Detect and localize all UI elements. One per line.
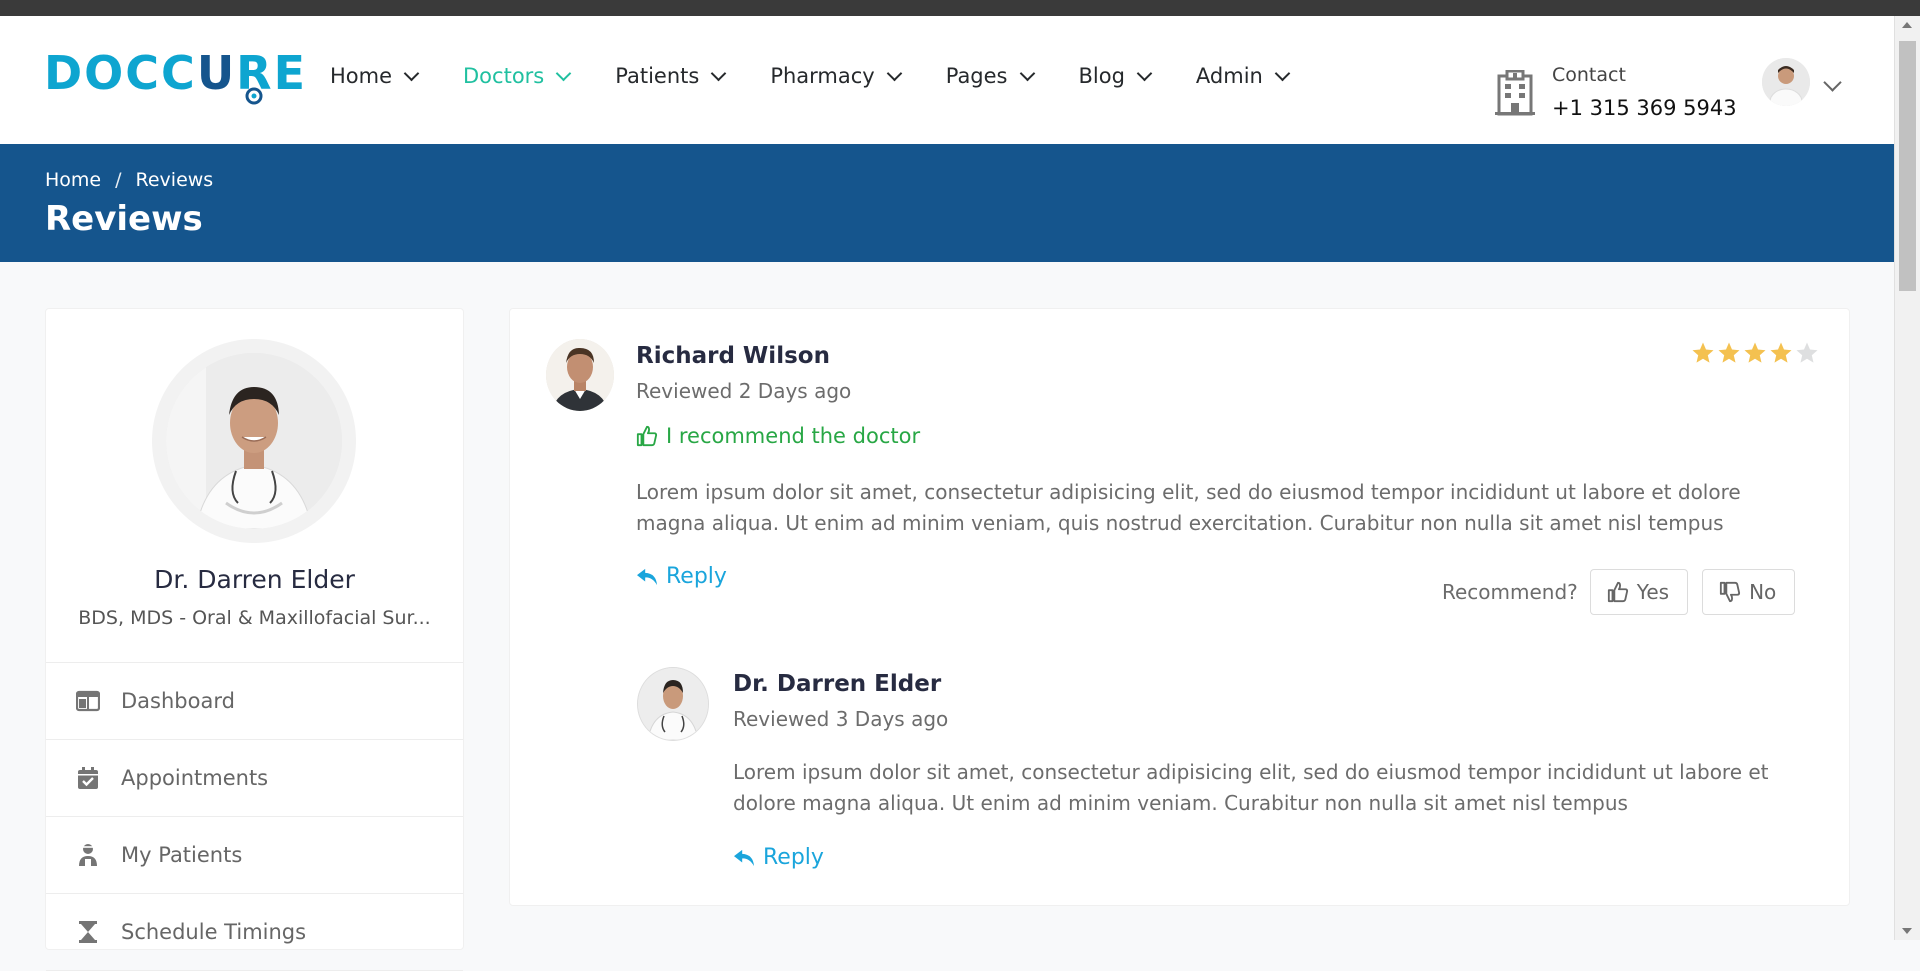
stethoscope-icon xyxy=(245,87,263,105)
reviewer-photo-image xyxy=(546,339,614,411)
calendar-check-icon xyxy=(78,767,98,789)
breadcrumb-current: Reviews xyxy=(135,169,214,191)
reply-icon xyxy=(734,849,754,866)
chevron-down-icon xyxy=(711,65,727,81)
reply-link[interactable]: Reply xyxy=(636,564,727,589)
sidebar-item-my-patients[interactable]: My Patients xyxy=(46,817,463,894)
doctor-name: Dr. Darren Elder xyxy=(154,565,355,594)
recommend-status: I recommend the doctor xyxy=(636,424,920,448)
star-filled-icon xyxy=(1718,342,1740,363)
hospital-building-icon xyxy=(1495,70,1535,116)
star-filled-icon xyxy=(1744,342,1766,363)
nav-item-home[interactable]: Home xyxy=(330,64,420,88)
recommend-no-button[interactable]: No xyxy=(1702,569,1796,615)
nav-item-label: Blog xyxy=(1078,64,1125,88)
recommend-yes-button[interactable]: Yes xyxy=(1589,569,1689,615)
breadcrumb-home[interactable]: Home xyxy=(45,169,101,191)
nav-item-admin[interactable]: Admin xyxy=(1195,64,1291,88)
profile-photo xyxy=(152,339,356,543)
reply-icon xyxy=(637,568,657,585)
site-header: DOCCURE Home Doctors Patients Pharmacy Pages… xyxy=(0,16,1895,144)
logo-text-start: DOCC xyxy=(44,46,197,100)
thumbs-up-icon xyxy=(636,425,658,447)
doctor-avatar-image xyxy=(1762,58,1810,106)
contact-label: Contact xyxy=(1552,64,1626,86)
reply-link[interactable]: Reply xyxy=(733,845,824,870)
breadcrumb-separator: / xyxy=(115,169,122,191)
browser-top-strip xyxy=(0,0,1920,16)
nav-item-pages[interactable]: Pages xyxy=(945,64,1035,88)
nav-item-doctors[interactable]: Doctors xyxy=(463,64,572,88)
recommend-question: Recommend? xyxy=(1442,580,1578,604)
thumbs-up-icon xyxy=(1607,581,1628,603)
reply-author-avatar xyxy=(637,667,709,741)
reviewer-name: Richard Wilson xyxy=(636,343,830,369)
star-filled-icon xyxy=(1692,342,1714,363)
reply-text: Lorem ipsum dolor sit amet, consectetur … xyxy=(733,760,1769,815)
nav-item-blog[interactable]: Blog xyxy=(1078,64,1153,88)
star-empty-icon xyxy=(1796,342,1818,363)
doccure-logo[interactable]: DOCCURE xyxy=(44,46,307,116)
sidebar-item-label: My Patients xyxy=(121,843,243,867)
sidebar-item-dashboard[interactable]: Dashboard xyxy=(46,663,463,740)
page-title: Reviews xyxy=(45,199,203,239)
chevron-down-icon xyxy=(886,65,902,81)
reply-label: Reply xyxy=(666,564,727,589)
reviewer-avatar xyxy=(546,339,614,411)
user-menu-chevron-icon[interactable] xyxy=(1823,73,1842,93)
doctor-avatar-image xyxy=(638,668,708,740)
logo-text-u: U xyxy=(196,46,237,100)
user-avatar[interactable] xyxy=(1762,58,1810,106)
nav-item-label: Pages xyxy=(945,64,1008,88)
yes-label: Yes xyxy=(1636,580,1670,604)
thumbs-down-icon xyxy=(1720,581,1741,603)
nav-item-pharmacy[interactable]: Pharmacy xyxy=(770,64,902,88)
chevron-down-icon xyxy=(555,65,572,81)
review-date: Reviewed 2 Days ago xyxy=(636,379,852,403)
sidebar-item-label: Schedule Timings xyxy=(121,920,307,944)
reviews-card: Richard Wilson Reviewed 2 Days ago I rec… xyxy=(509,308,1850,906)
reply-date: Reviewed 3 Days ago xyxy=(733,707,949,731)
user-injured-icon xyxy=(79,844,97,866)
sidebar-menu: Dashboard Appointments My Patients Sched… xyxy=(46,662,463,971)
doctor-degree: BDS, MDS - Oral & Maxillofacial Sur... xyxy=(78,607,431,629)
nav-item-label: Admin xyxy=(1195,64,1263,88)
nav-item-label: Home xyxy=(330,64,393,88)
nav-item-label: Patients xyxy=(615,64,700,88)
nav-item-patients[interactable]: Patients xyxy=(615,64,727,88)
review-text: Lorem ipsum dolor sit amet, consectetur … xyxy=(636,480,1741,535)
breadcrumb-bar: Home / Reviews Reviews xyxy=(0,144,1895,262)
sidebar-item-appointments[interactable]: Appointments xyxy=(46,740,463,817)
rating-stars xyxy=(1691,341,1819,365)
main-nav: Home Doctors Patients Pharmacy Pages Blog Admi… xyxy=(330,64,1334,88)
doctor-photo-image xyxy=(166,353,342,529)
chevron-down-icon xyxy=(1019,65,1035,81)
recommend-text: I recommend the doctor xyxy=(666,424,921,448)
nav-item-label: Pharmacy xyxy=(770,64,875,88)
chevron-down-icon xyxy=(1274,65,1291,81)
star-filled-icon xyxy=(1770,342,1792,363)
breadcrumb: Home / Reviews xyxy=(45,169,213,191)
reply-author-name: Dr. Darren Elder xyxy=(733,671,942,697)
recommend-actions: Recommend? Yes No xyxy=(1442,569,1796,615)
sidebar-item-label: Appointments xyxy=(121,766,269,790)
scrollbar-thumb[interactable] xyxy=(1899,41,1916,291)
hourglass-icon xyxy=(79,921,97,943)
contact-phone[interactable]: +1 315 369 5943 xyxy=(1552,96,1737,120)
sidebar-item-schedule-timings[interactable]: Schedule Timings xyxy=(46,894,463,971)
nav-item-label: Doctors xyxy=(463,64,545,88)
chevron-down-icon xyxy=(1136,65,1153,81)
sidebar-item-label: Dashboard xyxy=(121,689,235,713)
scroll-down-arrow-icon[interactable] xyxy=(1902,928,1912,934)
scroll-up-arrow-icon[interactable] xyxy=(1902,22,1912,28)
profile-sidebar: Dr. Darren Elder BDS, MDS - Oral & Maxil… xyxy=(45,308,464,971)
page-scrollbar[interactable] xyxy=(1894,16,1920,940)
reply-label: Reply xyxy=(763,845,824,870)
chevron-down-icon xyxy=(403,65,420,81)
columns-icon xyxy=(76,690,100,712)
no-label: No xyxy=(1749,580,1777,604)
